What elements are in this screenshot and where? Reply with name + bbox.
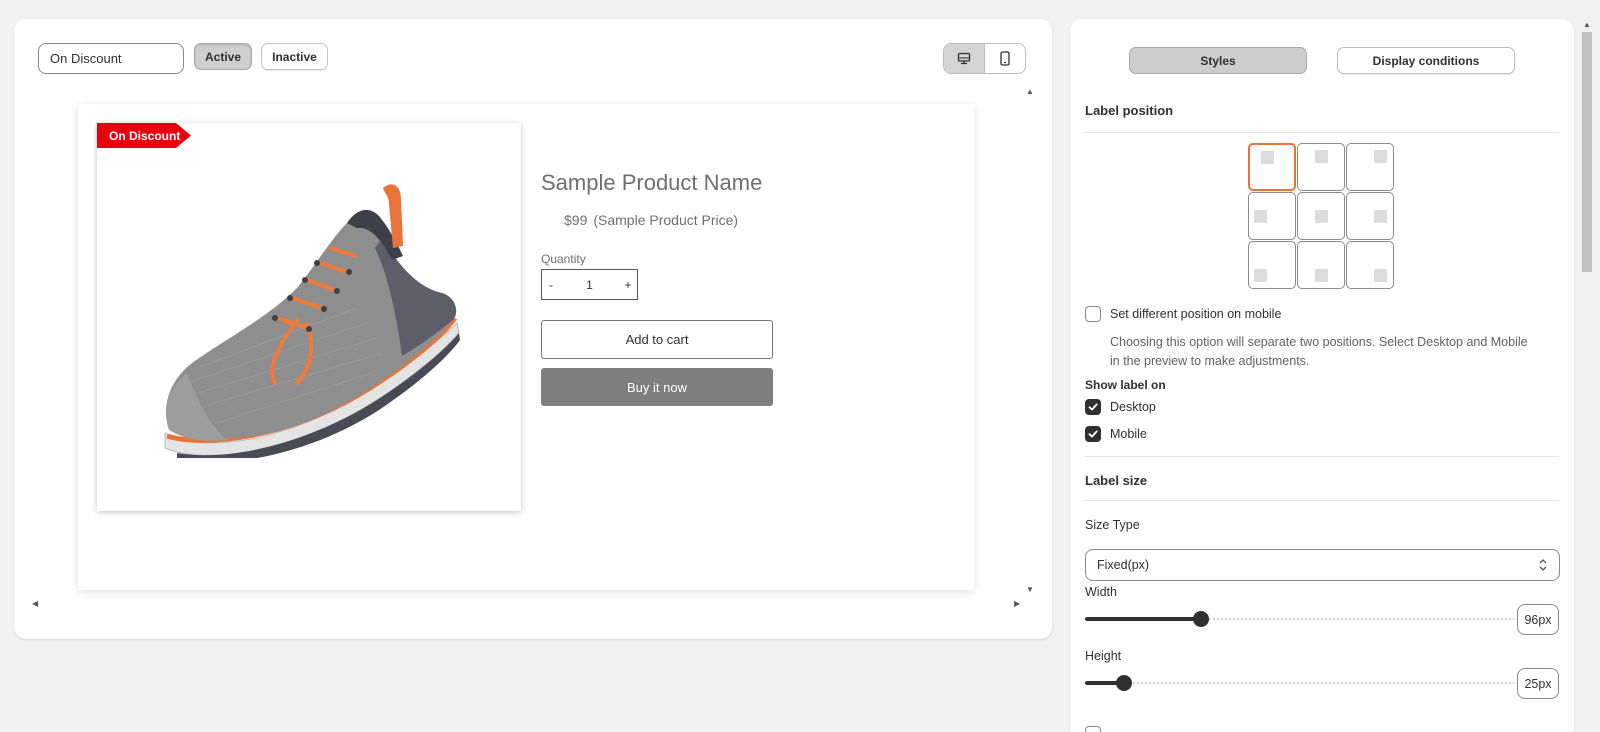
mobile-position-checkbox[interactable] xyxy=(1085,306,1101,322)
width-slider[interactable] xyxy=(1085,609,1514,629)
position-marker xyxy=(1315,269,1328,282)
label-name-input[interactable] xyxy=(38,43,184,74)
quantity-increase-button[interactable]: + xyxy=(619,278,637,292)
mobile-position-label: Set different position on mobile xyxy=(1110,307,1282,321)
label-size-title: Label size xyxy=(1085,473,1148,488)
scroll-left-icon[interactable]: ◀ xyxy=(32,599,38,608)
slider-track xyxy=(1085,682,1514,684)
scroll-right-icon[interactable]: ▶ xyxy=(1014,599,1020,608)
slider-thumb[interactable] xyxy=(1115,675,1132,691)
slider-fill xyxy=(1085,617,1201,621)
panel-scroll-up-icon[interactable]: ▲ xyxy=(1583,20,1591,29)
position-bottom-left[interactable] xyxy=(1248,241,1296,289)
checkmark-icon xyxy=(1088,430,1098,438)
product-image: On Discount xyxy=(97,123,521,511)
product-price: $99 (Sample Product Price) xyxy=(564,212,738,228)
panel-scrollbar[interactable] xyxy=(1582,32,1592,272)
position-middle-center[interactable] xyxy=(1297,192,1345,240)
product-preview: On Discount Sample Product Name $99 (Samp… xyxy=(78,104,974,590)
add-to-cart-button[interactable]: Add to cart xyxy=(541,320,773,359)
active-button[interactable]: Active xyxy=(194,43,252,70)
mobile-position-helper: Choosing this option will separate two p… xyxy=(1110,335,1528,368)
position-marker xyxy=(1254,269,1267,282)
scroll-down-icon[interactable]: ▼ xyxy=(1026,585,1034,594)
show-label-on-title: Show label on xyxy=(1085,378,1166,392)
width-label: Width xyxy=(1085,585,1117,599)
device-toggle xyxy=(943,43,1026,74)
position-marker xyxy=(1261,151,1274,164)
position-marker xyxy=(1254,210,1267,223)
mobile-label: Mobile xyxy=(1110,427,1147,441)
buy-now-button[interactable]: Buy it now xyxy=(541,368,773,406)
position-top-right[interactable] xyxy=(1346,143,1394,191)
inactive-button[interactable]: Inactive xyxy=(261,43,328,70)
height-input[interactable]: 25px xyxy=(1517,668,1559,699)
desktop-label: Desktop xyxy=(1110,400,1156,414)
desktop-preview-button[interactable] xyxy=(944,44,985,73)
width-input[interactable]: 96px xyxy=(1517,604,1559,635)
mobile-icon xyxy=(1000,51,1010,66)
tab-display-conditions[interactable]: Display conditions xyxy=(1337,47,1515,74)
height-label: Height xyxy=(1085,649,1122,663)
divider xyxy=(1085,132,1559,133)
height-slider[interactable] xyxy=(1085,673,1514,693)
size-type-select[interactable]: Fixed(px) xyxy=(1085,549,1560,581)
tab-styles[interactable]: Styles xyxy=(1129,47,1307,74)
position-grid xyxy=(1248,143,1396,289)
divider xyxy=(1085,500,1559,501)
position-marker xyxy=(1374,269,1387,282)
divider xyxy=(1085,456,1559,457)
position-middle-left[interactable] xyxy=(1248,192,1296,240)
mobile-size-checkbox[interactable] xyxy=(1085,726,1101,732)
position-marker xyxy=(1374,150,1387,163)
settings-panel: Styles Display conditions Label position… xyxy=(1070,19,1574,732)
size-type-label: Size Type xyxy=(1085,518,1140,532)
quantity-label: Quantity xyxy=(541,252,586,266)
position-marker xyxy=(1374,210,1387,223)
position-top-left[interactable] xyxy=(1248,143,1296,191)
quantity-stepper: - 1 + xyxy=(541,269,638,300)
position-top-center[interactable] xyxy=(1297,143,1345,191)
checkmark-icon xyxy=(1088,403,1098,411)
mobile-preview-button[interactable] xyxy=(985,44,1025,73)
position-bottom-center[interactable] xyxy=(1297,241,1345,289)
quantity-value[interactable]: 1 xyxy=(560,278,619,292)
price-value: $99 xyxy=(564,212,588,228)
label-position-title: Label position xyxy=(1085,103,1174,118)
price-note: (Sample Product Price) xyxy=(593,212,739,228)
size-type-value: Fixed(px) xyxy=(1097,558,1150,572)
position-marker xyxy=(1315,150,1328,163)
scroll-up-icon[interactable]: ▲ xyxy=(1026,87,1034,96)
discount-label-badge: On Discount xyxy=(97,123,191,148)
product-name: Sample Product Name xyxy=(541,170,763,195)
position-marker xyxy=(1315,210,1328,223)
position-middle-right[interactable] xyxy=(1346,192,1394,240)
sneaker-image xyxy=(164,184,460,458)
slider-thumb[interactable] xyxy=(1192,611,1209,627)
select-chevron-icon xyxy=(1539,559,1547,571)
desktop-checkbox[interactable] xyxy=(1085,399,1101,415)
quantity-decrease-button[interactable]: - xyxy=(542,278,560,292)
mobile-checkbox[interactable] xyxy=(1085,426,1101,442)
preview-card: Active Inactive ▲ ▼ ◀ ▶ xyxy=(14,19,1052,639)
desktop-icon xyxy=(957,52,971,64)
position-bottom-right[interactable] xyxy=(1346,241,1394,289)
